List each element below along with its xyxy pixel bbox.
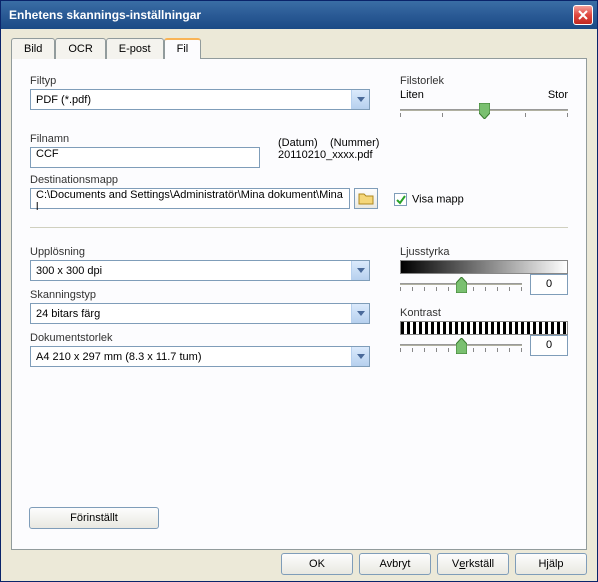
dialog-buttons: OK Avbryt Verkställ Hjälp bbox=[281, 553, 587, 575]
docsize-select[interactable]: A4 210 x 297 mm (8.3 x 11.7 tum) bbox=[30, 346, 370, 367]
help-button[interactable]: Hjälp bbox=[515, 553, 587, 575]
tab-panel-fil: Filtyp PDF (*.pdf) Filstorlek Liten Stor bbox=[11, 58, 587, 550]
brightness-slider[interactable] bbox=[400, 275, 522, 295]
slider-thumb-icon bbox=[456, 277, 467, 293]
scantype-value: 24 bitars färg bbox=[31, 308, 351, 320]
tab-fil[interactable]: Fil bbox=[164, 38, 202, 59]
contrast-label: Kontrast bbox=[400, 307, 568, 319]
close-button[interactable] bbox=[573, 5, 593, 25]
destfolder-input[interactable]: C:\Documents and Settings\Administratör\… bbox=[30, 188, 350, 209]
slider-thumb-icon bbox=[456, 338, 467, 354]
filename-input[interactable]: CCF bbox=[30, 147, 260, 168]
folder-icon bbox=[358, 192, 374, 205]
apply-button[interactable]: Verkställ bbox=[437, 553, 509, 575]
contrast-pattern bbox=[400, 321, 568, 335]
tab-ocr[interactable]: OCR bbox=[55, 38, 105, 59]
filetype-select[interactable]: PDF (*.pdf) bbox=[30, 89, 370, 110]
resolution-label: Upplösning bbox=[30, 246, 370, 258]
showfolder-checkbox[interactable] bbox=[394, 193, 407, 206]
titlebar: Enhetens skannings-inställningar bbox=[1, 1, 597, 29]
showfolder-label: Visa mapp bbox=[412, 194, 464, 206]
tab-bild[interactable]: Bild bbox=[11, 38, 55, 59]
slider-thumb-icon bbox=[479, 103, 490, 119]
close-icon bbox=[578, 10, 588, 20]
filetype-label: Filtyp bbox=[30, 75, 370, 87]
filesize-label: Filstorlek bbox=[400, 75, 568, 87]
chevron-down-icon bbox=[351, 90, 369, 109]
check-icon bbox=[396, 195, 406, 205]
contrast-slider[interactable] bbox=[400, 336, 522, 356]
date-label: (Datum) bbox=[278, 137, 318, 149]
filetype-value: PDF (*.pdf) bbox=[31, 94, 351, 106]
resolution-select[interactable]: 300 x 300 dpi bbox=[30, 260, 370, 281]
chevron-down-icon bbox=[351, 347, 369, 366]
brightness-gradient bbox=[400, 260, 568, 274]
tab-epost[interactable]: E-post bbox=[106, 38, 164, 59]
docsize-value: A4 210 x 297 mm (8.3 x 11.7 tum) bbox=[31, 351, 351, 363]
ok-button[interactable]: OK bbox=[281, 553, 353, 575]
brightness-value[interactable]: 0 bbox=[530, 274, 568, 295]
tab-strip: Bild OCR E-post Fil bbox=[11, 38, 587, 59]
filename-example: 20110210_xxxx.pdf bbox=[278, 149, 379, 161]
client-area: Bild OCR E-post Fil Filtyp PDF (*.pdf) F… bbox=[1, 29, 597, 556]
filename-label: Filnamn bbox=[30, 133, 260, 145]
window-title: Enhetens skannings-inställningar bbox=[9, 8, 573, 22]
filesize-large-label: Stor bbox=[548, 89, 568, 101]
divider bbox=[30, 227, 568, 228]
filesize-small-label: Liten bbox=[400, 89, 424, 101]
brightness-label: Ljusstyrka bbox=[400, 246, 568, 258]
browse-folder-button[interactable] bbox=[354, 188, 378, 209]
number-label: (Nummer) bbox=[330, 137, 380, 149]
docsize-label: Dokumentstorlek bbox=[30, 332, 370, 344]
preset-button[interactable]: Förinställt bbox=[29, 507, 159, 529]
resolution-value: 300 x 300 dpi bbox=[31, 265, 351, 277]
contrast-value[interactable]: 0 bbox=[530, 335, 568, 356]
chevron-down-icon bbox=[351, 261, 369, 280]
scantype-select[interactable]: 24 bitars färg bbox=[30, 303, 370, 324]
scantype-label: Skanningstyp bbox=[30, 289, 370, 301]
cancel-button[interactable]: Avbryt bbox=[359, 553, 431, 575]
filesize-slider[interactable] bbox=[400, 101, 568, 121]
dialog-window: Enhetens skannings-inställningar Bild OC… bbox=[0, 0, 598, 582]
destfolder-label: Destinationsmapp bbox=[30, 174, 568, 186]
chevron-down-icon bbox=[351, 304, 369, 323]
